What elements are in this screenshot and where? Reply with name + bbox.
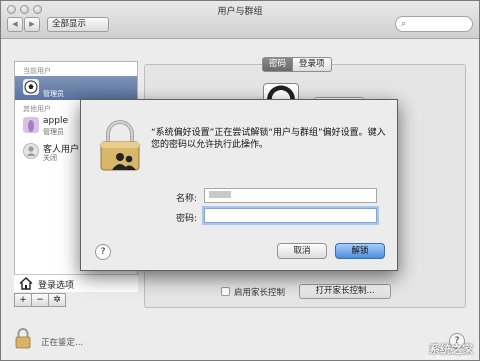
sidebar-item-current-user[interactable]: 管理员	[15, 76, 137, 100]
tab-password[interactable]: 密码	[262, 57, 294, 72]
login-options-label: 登录选项	[38, 281, 75, 291]
guest-user-icon	[23, 143, 39, 159]
show-all-button[interactable]: 全部显示	[47, 17, 109, 32]
lock-icon[interactable]	[14, 327, 32, 349]
checkbox-box	[221, 287, 230, 296]
current-users-label: 当前用户	[23, 67, 51, 75]
cancel-button[interactable]: 取消	[277, 243, 327, 259]
remove-user-button[interactable]: −	[31, 293, 49, 307]
title-bar: 用户与群组 ◀ ▶ 全部显示 ⌕	[1, 1, 479, 39]
flower-avatar	[23, 117, 39, 133]
forward-button[interactable]: ▶	[24, 17, 40, 32]
user-role: 关闭	[43, 154, 57, 162]
tab-login-items[interactable]: 登录项	[292, 57, 332, 72]
login-options-item[interactable]: 登录选项	[14, 274, 138, 292]
search-icon: ⌕	[401, 19, 407, 29]
house-icon	[19, 277, 33, 290]
search-input[interactable]: ⌕	[395, 16, 473, 32]
other-users-label: 其他用户	[23, 105, 51, 113]
add-user-button[interactable]: +	[14, 293, 32, 307]
name-label: 名称:	[175, 194, 197, 204]
parental-controls-checkbox[interactable]: 启用家长控制	[221, 286, 285, 298]
user-role: 管理员	[43, 90, 64, 98]
padlock-users-icon	[100, 120, 140, 171]
back-button[interactable]: ◀	[7, 17, 23, 32]
soccer-ball-avatar	[23, 79, 39, 95]
unlock-button[interactable]: 解锁	[335, 243, 385, 259]
open-parental-controls-button[interactable]: 打开家长控制...	[299, 284, 391, 299]
preferences-window: 用户与群组 ◀ ▶ 全部显示 ⌕ 当前用户 管理员 其他用户 apple 管理员	[0, 0, 480, 361]
parental-controls-label: 启用家长控制	[234, 288, 286, 298]
watermark-sub: XITONGZHIJIA.NET	[425, 355, 471, 361]
password-field[interactable]	[204, 208, 377, 223]
pane-tabs: 密码 登录项	[262, 57, 332, 72]
blurred-username	[209, 191, 231, 198]
password-label: 密码:	[175, 214, 197, 224]
status-text: 正在鉴定...	[41, 338, 84, 348]
name-field[interactable]	[204, 188, 377, 203]
sidebar-toolbar: + − ✲	[14, 293, 66, 307]
authentication-dialog: “系统偏好设置”正在尝试解锁“用户与群组”偏好设置。键入您的密码以允许执行此操作…	[80, 99, 398, 271]
dialog-help-button[interactable]: ?	[95, 244, 111, 260]
user-role: 管理员	[43, 128, 64, 136]
dialog-message: “系统偏好设置”正在尝试解锁“用户与群组”偏好设置。键入您的密码以允许执行此操作…	[151, 128, 386, 150]
user-name: apple	[43, 116, 68, 126]
action-gear-button[interactable]: ✲	[48, 293, 66, 307]
